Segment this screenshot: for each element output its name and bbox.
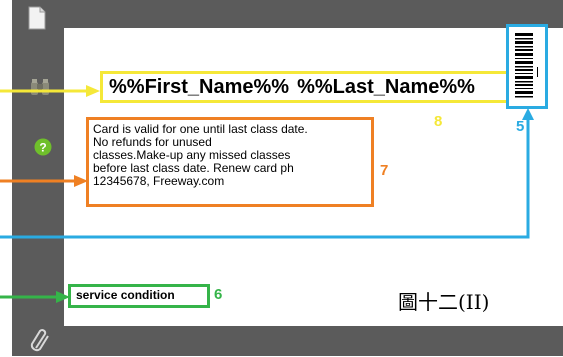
- orange-arrow: [0, 175, 88, 187]
- yellow-arrow: [0, 85, 100, 97]
- green-arrow: [0, 291, 70, 303]
- callout-arrows: [0, 85, 534, 303]
- screenshot: ? %%First_Name%% %%Last_Name%% Card is va…: [0, 0, 563, 356]
- blue-arrow: [0, 108, 534, 239]
